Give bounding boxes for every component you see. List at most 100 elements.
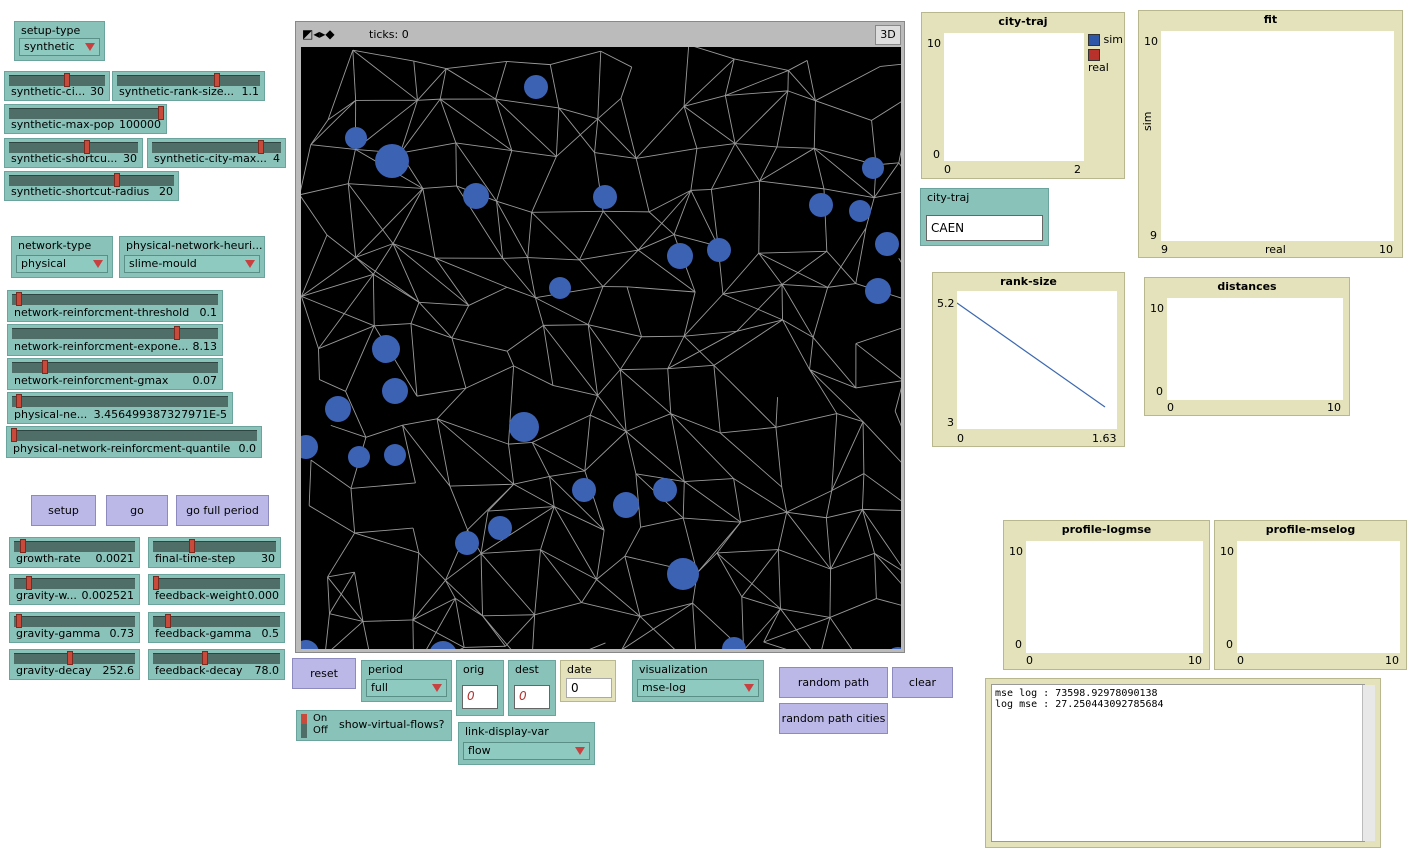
network-slider-1[interactable]: network-reinforcment-expone... 8.13 <box>7 324 223 356</box>
slider-track[interactable] <box>14 541 135 552</box>
setup-type-select[interactable]: synthetic <box>19 38 100 56</box>
visualization-select[interactable]: mse-log <box>637 679 759 697</box>
random-path-button[interactable]: random path <box>779 667 888 698</box>
y-min-tick: 9 <box>1150 229 1157 242</box>
setup-slider-0[interactable]: synthetic-ci... 30 <box>4 71 110 101</box>
slider-thumb[interactable] <box>66 651 73 665</box>
slider-track[interactable] <box>153 616 280 627</box>
visualization-chooser[interactable]: visualization mse-log <box>632 660 764 702</box>
city-node <box>455 531 479 555</box>
network-link <box>781 283 828 288</box>
dest-input-widget[interactable]: dest 0 <box>508 660 556 716</box>
orig-input[interactable]: 0 <box>462 685 498 709</box>
setup-slider-1[interactable]: synthetic-rank-size... 1.1 <box>112 71 265 101</box>
network-link <box>354 532 419 554</box>
network-link <box>352 50 357 101</box>
clear-button[interactable]: clear <box>892 667 953 698</box>
slider-thumb[interactable] <box>16 394 23 408</box>
slider-thumb[interactable] <box>16 614 23 628</box>
slider-track[interactable] <box>153 541 276 552</box>
network-link <box>350 488 356 534</box>
period-label: period <box>368 663 404 676</box>
profile-mselog-plot: profile-mselog 10 0 0 10 <box>1214 520 1407 670</box>
slider-track[interactable] <box>14 616 135 627</box>
slider-track[interactable] <box>12 294 218 305</box>
legend: sim real <box>1088 33 1124 74</box>
setup-slider-4[interactable]: synthetic-city-max... 4 <box>147 138 286 168</box>
setup-slider-5[interactable]: synthetic-shortcut-radius 20 <box>4 171 179 201</box>
network-link <box>809 337 814 370</box>
city-traj-input[interactable]: CAEN <box>926 215 1043 241</box>
legend-swatch <box>1088 49 1100 61</box>
world-canvas[interactable] <box>293 44 929 674</box>
slider-thumb[interactable] <box>19 539 26 553</box>
param-slider-6[interactable]: gravity-decay 252.6 <box>9 649 140 680</box>
setup-slider-2[interactable]: synthetic-max-pop 100000 <box>4 104 167 134</box>
network-slider-4[interactable]: physical-network-reinforcment-quantile 0.… <box>6 426 262 458</box>
slider-thumb[interactable] <box>165 614 172 628</box>
setup-button[interactable]: setup <box>31 495 96 526</box>
network-link <box>636 148 698 159</box>
go-button[interactable]: go <box>106 495 168 526</box>
network-slider-2[interactable]: network-reinforcment-gmax 0.07 <box>7 358 223 390</box>
link-display-var-chooser[interactable]: link-display-var flow <box>458 722 595 765</box>
switch-toggle[interactable] <box>301 714 307 738</box>
network-link <box>874 552 907 574</box>
param-slider-3[interactable]: feedback-weight 0.000 <box>148 574 285 605</box>
network-link <box>505 614 535 647</box>
ticks-counter: ticks: 0 <box>369 28 409 41</box>
slider-track[interactable] <box>12 328 218 339</box>
param-slider-4[interactable]: gravity-gamma 0.73 <box>9 612 140 643</box>
param-slider-2[interactable]: gravity-w... 0.002521 <box>9 574 140 605</box>
random-path-cities-button[interactable]: random path cities <box>779 703 888 734</box>
city-traj-input-widget[interactable]: city-traj CAEN <box>920 188 1049 246</box>
slider-thumb[interactable] <box>42 360 49 374</box>
slider-thumb[interactable] <box>16 292 23 306</box>
param-slider-7[interactable]: feedback-decay 78.0 <box>148 649 285 680</box>
setup-slider-3[interactable]: synthetic-shortcu... 30 <box>4 138 143 168</box>
show-virtual-flows-switch[interactable]: On Off show-virtual-flows? <box>296 710 452 741</box>
slider-track[interactable] <box>12 396 228 407</box>
network-link <box>392 243 470 306</box>
slider-thumb[interactable] <box>202 651 209 665</box>
network-link <box>711 180 760 190</box>
network-slider-0[interactable]: network-reinforcment-threshold 0.1 <box>7 290 223 322</box>
slider-track[interactable] <box>153 578 280 589</box>
network-graph <box>293 44 929 674</box>
network-link <box>439 98 513 151</box>
heuristic-select[interactable]: slime-mould <box>124 255 260 273</box>
output-text[interactable]: mse log : 73598.92978090138 log mse : 27… <box>991 684 1365 842</box>
go-full-period-button[interactable]: go full period <box>176 495 269 526</box>
network-type-chooser[interactable]: network-type physical <box>11 236 113 278</box>
slider-thumb[interactable] <box>188 539 195 553</box>
period-select[interactable]: full <box>366 679 447 697</box>
network-link <box>690 188 712 191</box>
slider-track[interactable] <box>11 430 257 441</box>
output-scrollbar[interactable] <box>1362 685 1375 841</box>
setup-type-chooser[interactable]: setup-type synthetic <box>14 21 105 61</box>
link-display-var-select[interactable]: flow <box>463 742 590 760</box>
heuristic-chooser[interactable]: physical-network-heuri... slime-mould <box>119 236 265 278</box>
network-type-select[interactable]: physical <box>16 255 108 273</box>
network-link <box>412 619 415 672</box>
orig-input-widget[interactable]: orig 0 <box>456 660 504 716</box>
slider-thumb[interactable] <box>11 428 17 442</box>
param-slider-1[interactable]: final-time-step 30 <box>148 537 281 568</box>
slider-track[interactable] <box>14 578 135 589</box>
dest-input[interactable]: 0 <box>514 685 550 709</box>
slider-thumb[interactable] <box>153 576 159 590</box>
slider-track[interactable] <box>153 653 280 664</box>
reset-button[interactable]: reset <box>292 658 356 689</box>
network-link <box>392 188 424 244</box>
param-slider-0[interactable]: growth-rate 0.0021 <box>9 537 140 568</box>
3d-button[interactable]: 3D <box>875 25 901 45</box>
param-slider-5[interactable]: feedback-gamma 0.5 <box>148 612 285 643</box>
period-chooser[interactable]: period full <box>361 660 452 702</box>
city-node <box>293 640 319 666</box>
network-link <box>400 142 456 154</box>
slider-thumb[interactable] <box>25 576 32 590</box>
slider-track[interactable] <box>14 653 135 664</box>
network-slider-3[interactable]: physical-ne... 3.456499387327971E-5 <box>7 392 233 424</box>
speed-controls-icon[interactable]: ◩◂▸◆ <box>302 27 335 41</box>
slider-thumb[interactable] <box>173 326 180 340</box>
